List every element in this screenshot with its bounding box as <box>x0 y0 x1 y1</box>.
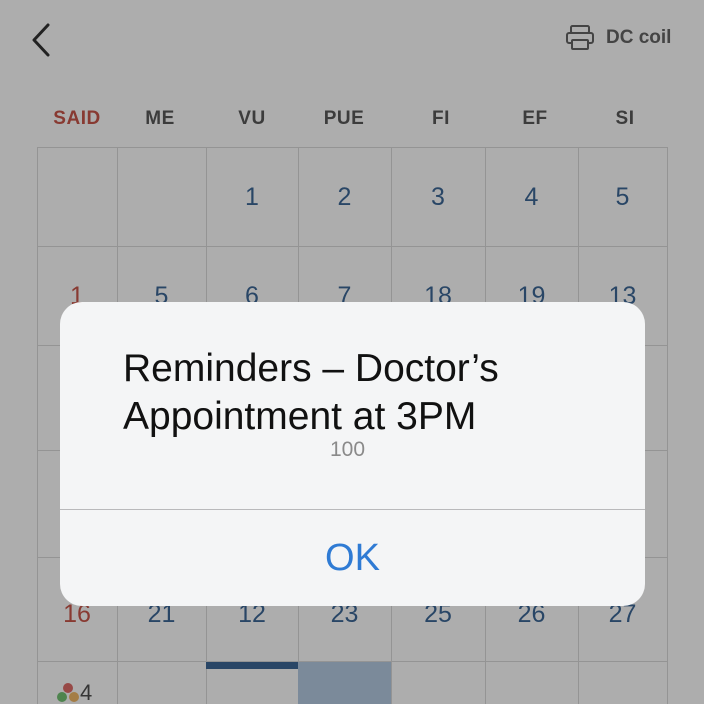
ok-button[interactable]: OK <box>60 510 645 606</box>
calendar-screen: DC coil SAID ME VU PUE FI EF SI 1 2 3 4 … <box>0 0 704 704</box>
reminder-alert-dialog: Reminders – Doctor’s Appointment at 3PM … <box>60 302 645 606</box>
alert-title: Reminders – Doctor’s Appointment at 3PM <box>123 347 499 438</box>
alert-message: 100 <box>329 438 366 461</box>
